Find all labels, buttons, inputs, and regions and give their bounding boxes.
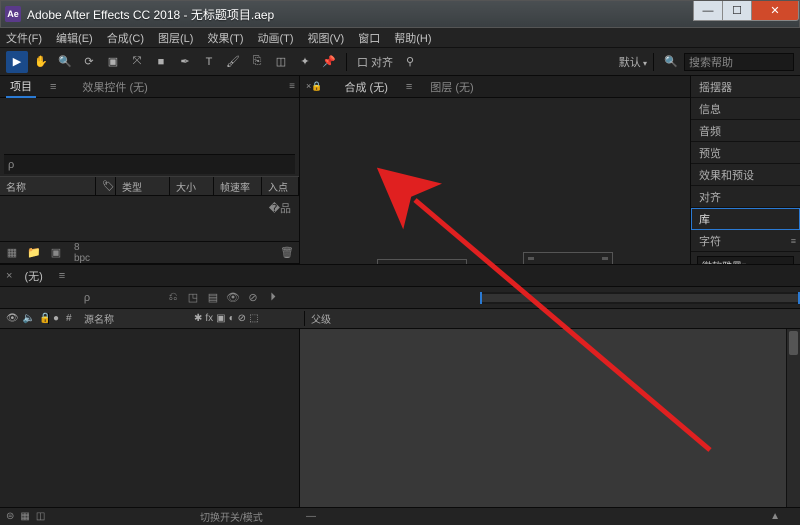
tool-hand[interactable]: ✋ xyxy=(30,51,52,73)
menu-layer[interactable]: 图层(L) xyxy=(158,30,193,46)
tool-rotate[interactable]: ⟳ xyxy=(78,51,100,73)
footer-toggle-icon-1[interactable]: ⊜ xyxy=(0,511,14,522)
switch-3d-icon[interactable]: ⬚ xyxy=(249,313,258,324)
label-column-icon[interactable]: ● xyxy=(48,313,66,324)
col-type[interactable]: 类型 xyxy=(116,177,170,195)
audio-column-icon[interactable]: 🔈 xyxy=(23,313,35,324)
tool-roto[interactable]: ✦ xyxy=(294,51,316,73)
col-size[interactable]: 大小 xyxy=(170,177,214,195)
panel-library[interactable]: 库 xyxy=(691,208,800,230)
lock-icon[interactable]: ×🔒 xyxy=(306,81,322,92)
tool-zoom[interactable]: 🔍 xyxy=(54,51,76,73)
col-framerate[interactable]: 帧速率 xyxy=(214,177,262,195)
toolbar: ▶ ✋ 🔍 ⟳ ▣ ⤧ ■ ✒ T 🖌 ⎘ ◫ ✦ 📌 口 对齐 ⚲ 默认 🔍 … xyxy=(0,48,800,76)
timeline-vertical-scrollbar[interactable] xyxy=(786,329,800,507)
col-name[interactable]: 名称 xyxy=(0,177,96,195)
switch-fx-icon[interactable]: fx xyxy=(205,313,213,324)
panel-tabs-menu-icon[interactable]: ≡ xyxy=(46,79,60,95)
app-icon: Ae xyxy=(5,6,21,22)
menu-view[interactable]: 视图(V) xyxy=(308,30,345,46)
switch-quality-icon[interactable]: ◐ xyxy=(229,313,235,324)
tab-composition[interactable]: 合成 (无) xyxy=(344,79,387,95)
footer-toggle-icon-2[interactable]: ▦ xyxy=(14,511,29,522)
col-inpoint[interactable]: 入点 xyxy=(262,177,299,195)
panel-align[interactable]: 对齐 xyxy=(691,186,800,208)
tool-selection[interactable]: ▶ xyxy=(6,51,28,73)
eye-column-icon[interactable]: 👁 xyxy=(6,313,19,324)
window-minimize-button[interactable]: — xyxy=(693,1,723,21)
search-icon: 🔍 xyxy=(660,51,682,73)
timeline-tabs-menu-icon[interactable]: ≡ xyxy=(59,270,65,282)
project-flow-icon: �品 xyxy=(0,196,299,220)
menu-edit[interactable]: 编辑(E) xyxy=(56,30,93,46)
workspace-dropdown[interactable]: 默认 xyxy=(619,54,647,70)
tab-project[interactable]: 项目 xyxy=(6,76,36,98)
search-help-input[interactable]: 搜索帮助 xyxy=(684,53,794,71)
tool-brush[interactable]: 🖌 xyxy=(222,51,244,73)
snap-toggle[interactable]: 口 对齐 xyxy=(357,54,393,70)
tool-camera[interactable]: ▣ xyxy=(102,51,124,73)
bpc-toggle[interactable]: 8 bpc xyxy=(74,245,90,261)
tool-shape[interactable]: ■ xyxy=(150,51,172,73)
new-comp-icon[interactable]: ▣ xyxy=(48,245,64,261)
tool-pen[interactable]: ✒ xyxy=(174,51,196,73)
timeline-tab-close-icon[interactable]: × xyxy=(6,270,12,282)
menu-file[interactable]: 文件(F) xyxy=(6,30,42,46)
switch-motion-blur-icon[interactable]: ⊘ xyxy=(238,313,246,324)
menubar: 文件(F) 编辑(E) 合成(C) 图层(L) 效果(T) 动画(T) 视图(V… xyxy=(0,28,800,48)
zoom-in-icon[interactable]: ▲ xyxy=(770,511,800,522)
panel-info[interactable]: 信息 xyxy=(691,98,800,120)
window-maximize-button[interactable]: ☐ xyxy=(722,1,752,21)
menu-effect[interactable]: 效果(T) xyxy=(207,30,243,46)
timeline-search-icon[interactable]: ρ xyxy=(80,291,94,305)
snap-options-icon[interactable]: ⚲ xyxy=(399,51,421,73)
comp-tabs-menu-icon[interactable]: ≡ xyxy=(406,81,412,93)
window-close-button[interactable]: ✕ xyxy=(751,1,799,21)
menu-help[interactable]: 帮助(H) xyxy=(394,30,431,46)
source-name-header[interactable]: 源名称 xyxy=(84,311,194,326)
zoom-out-icon[interactable]: — xyxy=(300,511,316,522)
timeline-icon-3[interactable]: ▤ xyxy=(206,291,220,305)
timeline-tracks-area[interactable] xyxy=(300,329,800,507)
timeline-ruler[interactable] xyxy=(480,292,800,304)
trash-icon[interactable]: 🗑 xyxy=(279,245,295,261)
panel-menu-icon[interactable]: ≡ xyxy=(289,81,295,92)
tool-panbehind[interactable]: ⤧ xyxy=(126,51,148,73)
project-list[interactable]: �品 xyxy=(0,196,299,241)
col-label-icon[interactable]: 🏷 xyxy=(96,177,116,195)
tool-eraser[interactable]: ◫ xyxy=(270,51,292,73)
tool-text[interactable]: T xyxy=(198,51,220,73)
switch-collapse-icon[interactable]: ▣ xyxy=(216,313,225,324)
panel-preview[interactable]: 预览 xyxy=(691,142,800,164)
new-folder-icon[interactable]: 📁 xyxy=(26,245,42,261)
timeline-icon-2[interactable]: ◳ xyxy=(186,291,200,305)
menu-comp[interactable]: 合成(C) xyxy=(107,30,144,46)
menu-anim[interactable]: 动画(T) xyxy=(258,30,294,46)
tool-stamp[interactable]: ⎘ xyxy=(246,51,268,73)
project-search-input[interactable]: ρ xyxy=(4,154,295,174)
tab-effect-controls[interactable]: 效果控件 (无) xyxy=(78,77,151,97)
parent-header[interactable]: 父级 xyxy=(304,311,384,326)
panel-wiggler[interactable]: 摇摆器 xyxy=(691,76,800,98)
project-column-header: 名称 🏷 类型 大小 帧速率 入点 xyxy=(0,176,299,196)
window-title: Adobe After Effects CC 2018 - 无标题项目.aep xyxy=(27,6,274,23)
timeline-icon-1[interactable]: ⎌ xyxy=(166,291,180,305)
timeline-icon-6[interactable]: ⏵ xyxy=(266,291,280,305)
footer-toggle-icon-3[interactable]: ◫ xyxy=(30,511,45,522)
menu-window[interactable]: 窗口 xyxy=(358,30,380,46)
window-titlebar: Ae Adobe After Effects CC 2018 - 无标题项目.a… xyxy=(0,0,800,28)
interpret-footage-icon[interactable]: ▦ xyxy=(4,245,20,261)
tab-layer-viewer[interactable]: 图层 (无) xyxy=(430,79,473,95)
timeline-icon-4[interactable]: 👁 xyxy=(226,291,240,305)
timeline-tab[interactable]: (无) xyxy=(16,266,50,286)
timeline-icon-5[interactable]: ⊘ xyxy=(246,291,260,305)
switch-shy-icon[interactable]: ✱ xyxy=(194,313,202,324)
character-menu-icon[interactable]: ≡ xyxy=(791,236,796,246)
tool-puppet[interactable]: 📌 xyxy=(318,51,340,73)
toggle-switches-modes[interactable]: 切换开关/模式 xyxy=(200,509,263,524)
panel-audio[interactable]: 音频 xyxy=(691,120,800,142)
timeline-layers-area[interactable] xyxy=(0,329,300,507)
panel-character[interactable]: 字符≡ xyxy=(691,230,800,252)
panel-effects[interactable]: 效果和预设 xyxy=(691,164,800,186)
